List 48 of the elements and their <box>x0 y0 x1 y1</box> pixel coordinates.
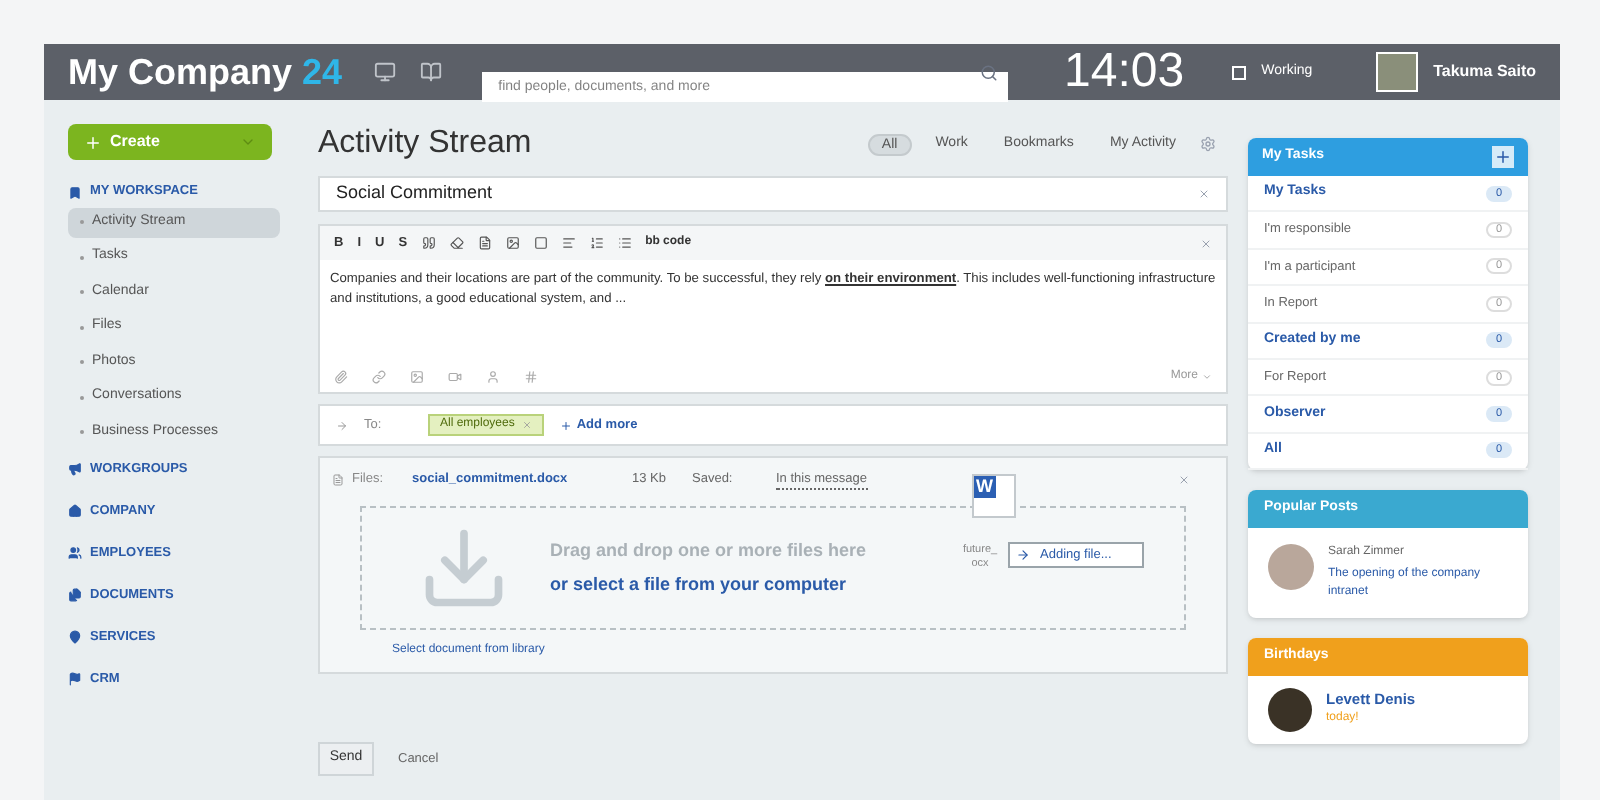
caret-icon <box>240 134 256 150</box>
page-title: Activity Stream <box>318 124 532 164</box>
status-checkbox[interactable] <box>1232 65 1246 79</box>
toolbar-icon[interactable] <box>477 236 492 250</box>
attach-icon[interactable] <box>334 369 348 383</box>
monitor-icon[interactable] <box>374 60 397 84</box>
drop-text: Drag and drop one or more files here <box>550 537 867 564</box>
close-icon[interactable] <box>1178 474 1190 486</box>
section-icon <box>68 588 82 602</box>
section-icon <box>68 462 82 476</box>
plus-icon <box>560 419 573 431</box>
attach-icon[interactable] <box>486 369 500 383</box>
user-name[interactable]: Takuma Saito <box>1433 60 1536 84</box>
caret-icon <box>1202 371 1212 381</box>
section-icon <box>68 672 82 686</box>
toolbar-icon[interactable] <box>505 236 520 250</box>
section-icon <box>68 546 82 560</box>
settings-icon[interactable] <box>1200 136 1216 152</box>
logo[interactable]: My Company 24 <box>68 45 343 99</box>
subject-field[interactable]: Social Commitment <box>318 176 1228 212</box>
section-icon <box>68 185 82 199</box>
section-icon <box>68 504 82 518</box>
attach-icon[interactable] <box>448 369 462 383</box>
search-icon[interactable] <box>980 63 998 81</box>
avatar <box>1268 688 1312 733</box>
arrow-icon <box>1016 548 1030 562</box>
arrow-icon <box>336 419 348 431</box>
toolbar-icon[interactable] <box>449 236 464 250</box>
attach-icon[interactable] <box>524 369 538 383</box>
toolbar-icon[interactable] <box>589 236 604 250</box>
clock: 14:03 <box>1064 48 1185 96</box>
select-file-link[interactable]: or select a file from your computer <box>550 572 867 599</box>
toolbar-icon[interactable] <box>561 236 576 250</box>
plus-icon <box>84 133 102 151</box>
file-icon <box>332 474 344 486</box>
book-icon[interactable] <box>420 60 443 84</box>
toolbar-icon[interactable] <box>421 236 436 250</box>
avatar <box>1268 544 1314 591</box>
avatar[interactable] <box>1376 52 1418 92</box>
toolbar-icon[interactable] <box>617 236 632 250</box>
attach-icon[interactable] <box>372 369 386 383</box>
attach-icon[interactable] <box>410 369 424 383</box>
toolbar-icon[interactable] <box>533 236 548 250</box>
section-icon <box>68 630 82 644</box>
add-icon[interactable] <box>1492 146 1514 168</box>
close-icon[interactable] <box>1200 237 1212 249</box>
close-icon[interactable] <box>1198 188 1210 200</box>
dragged-file-icon: W <box>972 474 1016 518</box>
